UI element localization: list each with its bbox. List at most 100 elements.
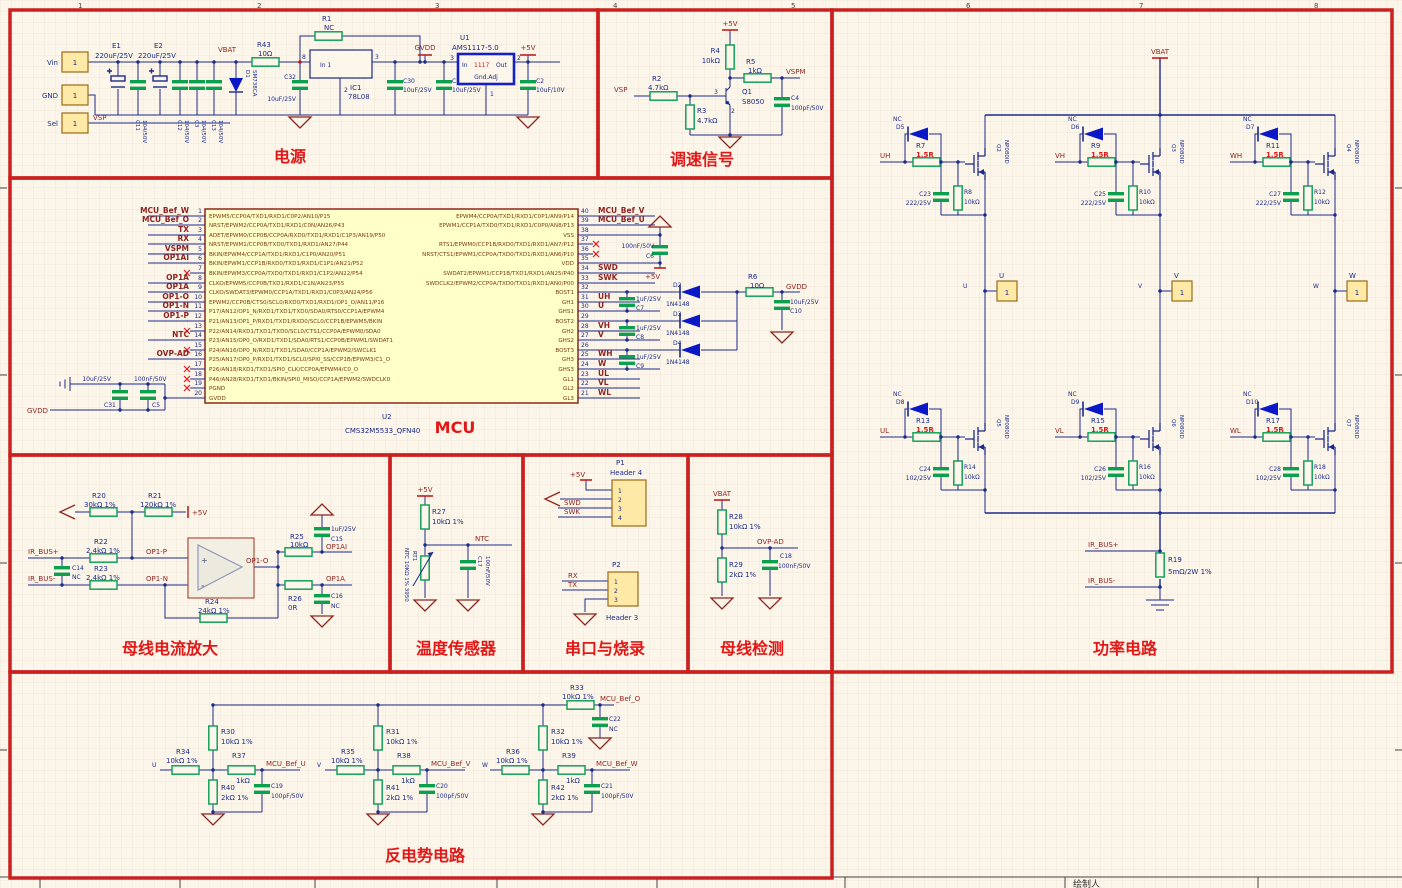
pin: 18 [194, 371, 202, 378]
ref: Q6 [1170, 419, 1176, 427]
ref: U1 [460, 34, 470, 42]
val: 10Ω [750, 282, 765, 290]
val: 10uF/25V [267, 96, 297, 103]
val: 10kΩ [964, 199, 980, 206]
ref: R18 [1314, 464, 1326, 471]
pin: 38 [581, 227, 589, 234]
net: UL [598, 369, 609, 378]
pin-name: P46/AN28/RXD1/TXD1/BKIN/SPI0_MISO/CCP1A/… [209, 377, 391, 383]
val: NC [331, 603, 340, 610]
pin: 36 [581, 246, 589, 253]
net-label-5v: +5V [722, 20, 737, 28]
header-pin: 2 [618, 497, 622, 504]
ref: R23 [94, 565, 108, 573]
ref: D7 [1246, 124, 1255, 131]
ref: RT1 [411, 551, 417, 561]
port-name: W [1349, 272, 1356, 280]
net-label-irbusp: IR_BUS+ [1088, 541, 1119, 549]
ref: R39 [562, 752, 576, 760]
wire-label: W [1313, 283, 1319, 290]
val: 10kΩ [1139, 474, 1155, 481]
header-p1[interactable]: P1 Header 4 1 2 3 4 [610, 459, 646, 526]
ref: D3 [673, 311, 682, 318]
pin: 26 [581, 342, 589, 349]
pin-name: BKIN/EPWM3/CCP0A/TXD0/TXD1/RXD1/C1P2/AN2… [209, 271, 363, 277]
val: 1kΩ [566, 777, 581, 785]
nc: NC [893, 116, 902, 123]
val: 1uF/25V [636, 354, 662, 361]
pin: 29 [581, 313, 589, 320]
net-label-op1p: OP1-P [146, 548, 167, 556]
ref: R13 [916, 417, 930, 425]
pin-name: GHS3 [558, 367, 574, 373]
net: VL [598, 378, 609, 387]
pin-name: VSS [563, 233, 574, 239]
val: 1uF/25V [636, 296, 662, 303]
net: MCU_Bef_V [598, 206, 645, 215]
nc: NC [893, 391, 902, 398]
pin: 34 [581, 265, 589, 272]
ref: R43 [257, 41, 271, 49]
ref: C22 [609, 716, 621, 723]
pin: 16 [194, 351, 202, 358]
val: NTC 10KΩ 1% 3950 [403, 548, 409, 602]
ref: R36 [506, 748, 520, 756]
net-label-5v: +5V [417, 486, 432, 494]
section-title: 温度传感器 [415, 639, 497, 658]
pin-number: 8 [302, 54, 306, 61]
pin: 33 [581, 275, 589, 282]
pin: 10 [194, 294, 202, 301]
ref: C3 [193, 120, 199, 128]
pin-name: GL2 [563, 386, 574, 392]
pin-name: BOST2 [555, 319, 574, 325]
val: 1.5R [1266, 151, 1284, 159]
ref: C14 [72, 565, 84, 572]
net-label-op1n: OP1-N [146, 575, 168, 583]
pin-name: P23/AN15/OP0_O/RXD1/TXD1/SDA0/RTS1/CCP0B… [209, 338, 393, 344]
net: UL [880, 427, 889, 435]
net: U [598, 301, 604, 310]
ref: R37 [232, 752, 246, 760]
ref: R17 [1266, 417, 1280, 425]
val: 10kΩ [1139, 199, 1155, 206]
val: 102/25V [906, 475, 932, 482]
pin: 13 [194, 323, 202, 330]
opamp-plus: + [201, 556, 208, 565]
header-pin: 4 [618, 515, 622, 522]
val: 2kΩ 1% [729, 571, 757, 579]
net-label-5v: +5V [520, 44, 535, 52]
pin-name: P22/AN14/RXD1/TXD1/TXD0/SCL0/CTS1/CCP0A/… [209, 329, 381, 335]
port-pin: 1 [1005, 289, 1009, 297]
val: 10kΩ 1% [496, 757, 528, 765]
ref: R15 [1091, 417, 1105, 425]
val: 5mΩ/2W 1% [1168, 568, 1212, 576]
pin-number: 1 [490, 91, 494, 98]
section-title: 反电势电路 [385, 846, 466, 865]
ref: C28 [1269, 466, 1281, 473]
val: NP080ID [1178, 415, 1184, 439]
net: OP1-P [163, 311, 189, 320]
net-label-rx: RX [568, 572, 578, 580]
opamp[interactable]: + - [188, 538, 254, 598]
ref: C25 [1094, 191, 1106, 198]
net-label-swd: SWD [564, 499, 581, 507]
val: 220uF/25V [138, 52, 176, 60]
val: 0R [288, 604, 297, 612]
ref: D4 [673, 340, 682, 347]
pin-name: P24/AN16/OP0_N/RXD1/TXD1/SDA0/CCP1A/EPWM… [209, 348, 377, 354]
net-label-gvdd: GVDD [786, 283, 807, 291]
ref: C16 [331, 593, 343, 600]
pin: 5 [198, 246, 202, 253]
pin-name: GHS2 [558, 338, 574, 344]
pin-name: GH1 [562, 300, 575, 306]
val: 2.4kΩ 1% [86, 574, 120, 582]
pin-name: EPWM2/CCP0B/CTS0/SCL0/RXD0/TXD1/RXD1/OP1… [209, 300, 385, 306]
port-name: U [999, 272, 1004, 280]
val: 10kΩ 1% [562, 693, 594, 701]
pin: 15 [194, 342, 202, 349]
net-label-5v: +5V [192, 509, 207, 517]
val: 4.7kΩ [697, 117, 718, 125]
val: 10uF/10V [536, 87, 566, 94]
wire-label: W [482, 762, 488, 769]
val: NP080ID [1178, 140, 1184, 164]
